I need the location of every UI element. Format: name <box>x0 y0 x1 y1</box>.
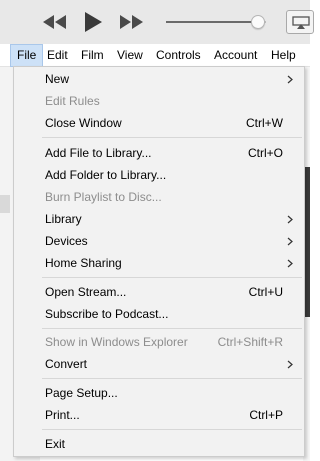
menu-item-page-setup[interactable]: Page Setup... <box>14 382 304 404</box>
sidebar-band <box>0 195 10 213</box>
menu-item-home-sharing[interactable]: Home Sharing <box>14 252 304 274</box>
menu-item-exit[interactable]: Exit <box>14 433 304 455</box>
menu-item-show-in-explorer: Show in Windows Explorer Ctrl+Shift+R <box>14 331 304 353</box>
menu-item-close-window[interactable]: Close Window Ctrl+W <box>14 112 304 134</box>
menu-item-convert[interactable]: Convert <box>14 353 304 375</box>
menu-item-label: Edit Rules <box>45 94 100 108</box>
submenu-arrow-icon <box>287 259 293 268</box>
submenu-arrow-icon <box>287 237 293 246</box>
menu-item-new[interactable]: New <box>14 68 304 90</box>
airplay-button[interactable] <box>286 10 314 34</box>
volume-slider[interactable] <box>166 15 270 29</box>
rewind-icon[interactable] <box>40 13 68 31</box>
menu-item-add-file[interactable]: Add File to Library... Ctrl+O <box>14 142 304 164</box>
menu-item-label: Add File to Library... <box>45 146 152 160</box>
menu-item-label: Print... <box>45 408 80 422</box>
menu-item-label: Home Sharing <box>45 256 122 270</box>
menu-item-label: Page Setup... <box>45 386 118 400</box>
menu-item-label: Open Stream... <box>45 285 127 299</box>
menu-film[interactable]: Film <box>75 44 110 67</box>
menu-separator <box>42 378 302 379</box>
menu-item-label: Devices <box>45 234 88 248</box>
menu-bar: File Edit Film View Controls Account Hel… <box>0 44 310 67</box>
menu-edit[interactable]: Edit <box>41 44 74 67</box>
menu-item-print[interactable]: Print... Ctrl+P <box>14 404 304 426</box>
airplay-icon <box>292 16 310 29</box>
menu-item-label: Exit <box>45 437 66 451</box>
menu-item-label: Burn Playlist to Disc... <box>45 190 162 204</box>
submenu-arrow-icon <box>287 215 293 224</box>
menu-item-label: Subscribe to Podcast... <box>45 307 169 321</box>
menu-account[interactable]: Account <box>208 44 263 67</box>
menu-file[interactable]: File <box>10 44 44 67</box>
menu-item-library[interactable]: Library <box>14 208 304 230</box>
menu-separator <box>42 277 302 278</box>
fast-forward-icon[interactable] <box>118 13 146 31</box>
menu-separator <box>42 137 302 138</box>
submenu-arrow-icon <box>287 360 293 369</box>
menu-item-open-stream[interactable]: Open Stream... Ctrl+U <box>14 281 304 303</box>
menu-item-label: Convert <box>45 357 88 371</box>
menu-item-label: Add Folder to Library... <box>45 168 167 182</box>
volume-fill <box>166 21 258 23</box>
menu-item-devices[interactable]: Devices <box>14 230 304 252</box>
menu-item-shortcut: Ctrl+Shift+R <box>217 335 283 349</box>
player-controls-bar <box>0 0 314 44</box>
menu-item-label: Show in Windows Explorer <box>45 335 188 349</box>
menu-controls[interactable]: Controls <box>150 44 207 67</box>
play-icon[interactable] <box>82 10 104 34</box>
volume-knob[interactable] <box>251 15 265 29</box>
menu-item-shortcut: Ctrl+P <box>249 408 283 422</box>
file-menu-dropdown: New Edit Rules Close Window Ctrl+W Add F… <box>13 66 305 457</box>
menu-item-shortcut: Ctrl+W <box>246 116 283 130</box>
menu-item-label: Close Window <box>45 116 122 130</box>
submenu-arrow-icon <box>287 75 293 84</box>
menu-item-edit-rules: Edit Rules <box>14 90 304 112</box>
menu-separator <box>42 429 302 430</box>
menu-item-shortcut: Ctrl+O <box>247 146 283 160</box>
menu-separator <box>42 328 302 329</box>
menu-item-label: Library <box>45 212 82 226</box>
menu-view[interactable]: View <box>111 44 149 67</box>
menu-help[interactable]: Help <box>265 44 302 67</box>
menu-item-label: New <box>45 72 70 86</box>
menu-item-add-folder[interactable]: Add Folder to Library... <box>14 164 304 186</box>
menu-item-subscribe-podcast[interactable]: Subscribe to Podcast... <box>14 303 304 325</box>
menu-item-shortcut: Ctrl+U <box>248 285 283 299</box>
menu-item-burn-playlist: Burn Playlist to Disc... <box>14 186 304 208</box>
